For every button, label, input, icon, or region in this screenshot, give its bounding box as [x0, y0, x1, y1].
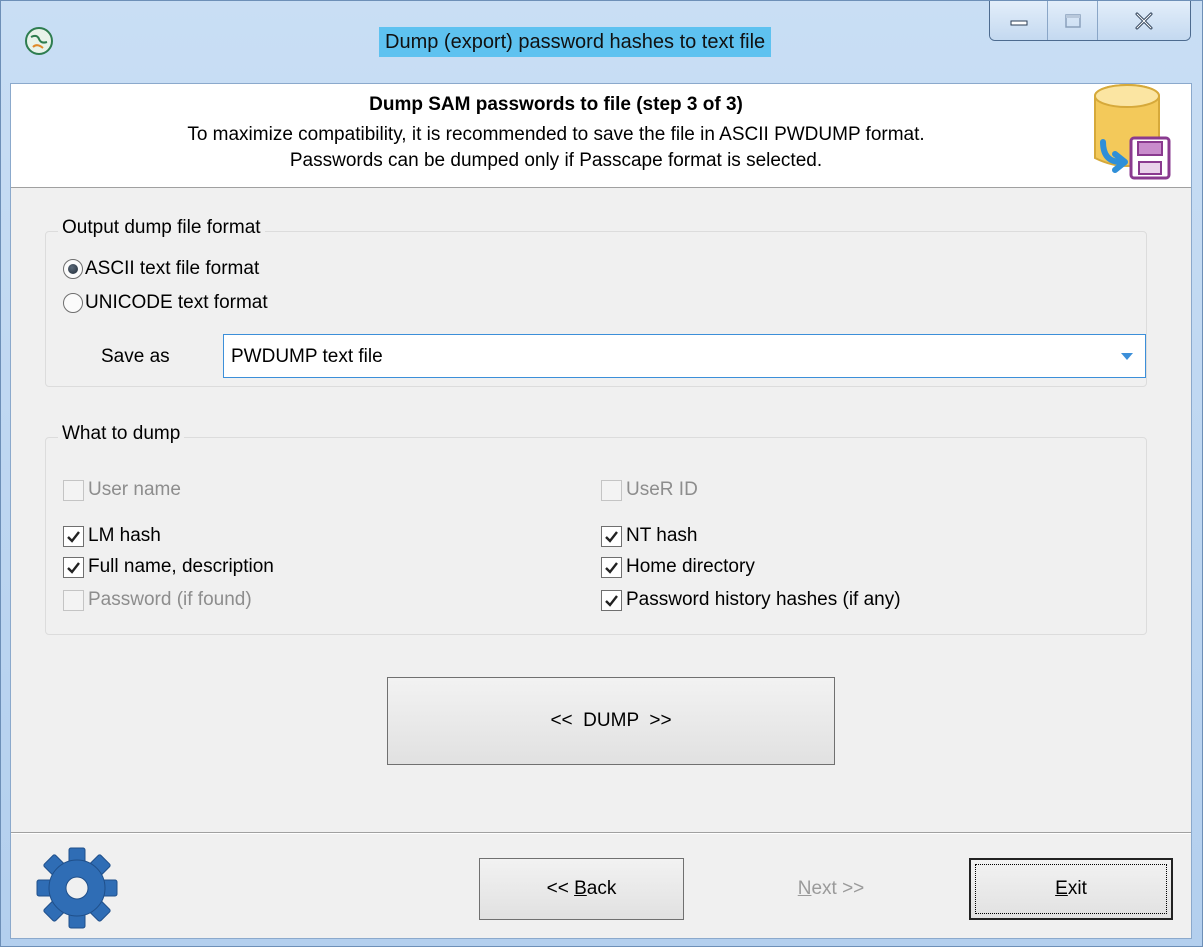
checkbox-box[interactable]: [63, 589, 84, 611]
exit-button[interactable]: Exit: [969, 858, 1173, 920]
dialog-client-area: Dump SAM passwords to file (step 3 of 3)…: [10, 83, 1192, 939]
footer-divider: [11, 832, 1191, 834]
wizard-hint-line-1: To maximize compatibility, it is recomme…: [187, 124, 925, 145]
save-as-selected-value: PWDUMP text file: [231, 346, 383, 367]
database-save-icon: [1094, 84, 1171, 180]
chevron-down-icon[interactable]: [1121, 353, 1133, 360]
checkbox-label: Home directory: [626, 556, 755, 577]
checkbox-box[interactable]: [601, 589, 622, 611]
gear-icon[interactable]: [33, 844, 121, 932]
checkbox-label: NT hash: [626, 525, 698, 546]
checkbox-box[interactable]: [601, 556, 622, 578]
close-button[interactable]: [1098, 1, 1190, 40]
checkbox-box[interactable]: [63, 556, 84, 578]
save-as-dropdown[interactable]: PWDUMP text file: [223, 334, 1146, 378]
minimize-icon: [1010, 20, 1027, 25]
checkbox-nt-hash[interactable]: NT hash: [601, 523, 697, 549]
checkbox-box[interactable]: [63, 525, 84, 547]
maximize-icon: [1064, 13, 1081, 28]
save-as-label: Save as: [101, 346, 170, 367]
checkbox-box[interactable]: [601, 525, 622, 547]
minimize-button[interactable]: [990, 1, 1048, 40]
window-controls: [989, 1, 1191, 41]
checkbox-lm-hash[interactable]: LM hash: [63, 523, 161, 549]
output-format-legend: Output dump file format: [58, 217, 265, 239]
checkbox-box[interactable]: [63, 479, 84, 501]
checkbox-label: Password history hashes (if any): [626, 589, 901, 610]
checkbox-password[interactable]: Password (if found): [63, 587, 252, 613]
wizard-header: Dump SAM passwords to file (step 3 of 3)…: [11, 84, 1191, 188]
what-to-dump-legend: What to dump: [58, 423, 185, 445]
wizard-hint-line-2: Passwords can be dumped only if Passcape…: [289, 150, 823, 171]
dump-button-label: << DUMP >>: [550, 710, 672, 731]
checkbox-box[interactable]: [601, 479, 622, 501]
checkbox-user-id[interactable]: UseR ID: [601, 477, 698, 503]
checkbox-password-history[interactable]: Password history hashes (if any): [601, 587, 901, 613]
checkbox-user-name[interactable]: User name: [63, 477, 181, 503]
checkbox-label: UseR ID: [626, 479, 698, 500]
radio-button[interactable]: [63, 293, 83, 313]
checkbox-label: LM hash: [88, 525, 161, 546]
dialog-window: Dump (export) password hashes to text fi…: [0, 0, 1203, 947]
wizard-step-title: Dump SAM passwords to file (step 3 of 3): [369, 94, 743, 115]
checkbox-label: Password (if found): [88, 589, 252, 610]
radio-button-selected[interactable]: [63, 259, 83, 279]
window-title: Dump (export) password hashes to text fi…: [379, 27, 772, 57]
checkbox-full-name[interactable]: Full name, description: [63, 554, 274, 580]
back-button[interactable]: << Back: [479, 858, 684, 920]
checkmark-icon: [605, 594, 618, 607]
maximize-button[interactable]: [1048, 1, 1098, 40]
checkbox-label: User name: [88, 479, 181, 500]
checkmark-icon: [67, 561, 80, 574]
checkbox-label: Full name, description: [88, 556, 274, 577]
next-button-label: Next >>: [797, 878, 865, 899]
checkmark-icon: [605, 530, 618, 543]
radio-unicode-label: UNICODE text format: [85, 292, 268, 313]
checkmark-icon: [605, 561, 618, 574]
checkbox-home-directory[interactable]: Home directory: [601, 554, 755, 580]
radio-ascii-format[interactable]: ASCII text file format: [63, 256, 259, 282]
title-bar[interactable]: Dump (export) password hashes to text fi…: [1, 1, 1202, 83]
dump-button[interactable]: << DUMP >>: [387, 677, 835, 765]
focus-rectangle: [975, 864, 1167, 914]
close-icon: [1135, 12, 1153, 29]
radio-unicode-format[interactable]: UNICODE text format: [63, 290, 268, 316]
back-button-label: << Back: [546, 878, 617, 899]
checkmark-icon: [67, 530, 80, 543]
app-globe-icon: [25, 27, 53, 55]
next-button[interactable]: Next >>: [751, 858, 911, 920]
radio-ascii-label: ASCII text file format: [85, 258, 260, 279]
